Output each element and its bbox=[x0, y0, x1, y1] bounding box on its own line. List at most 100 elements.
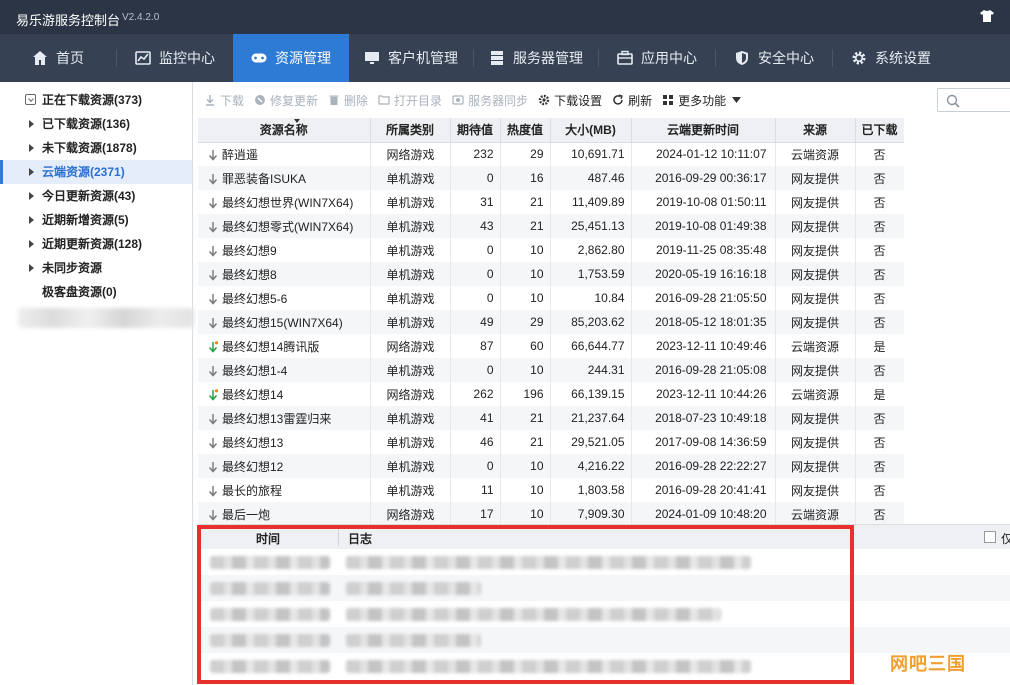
download-settings-button[interactable]: 下载设置 bbox=[538, 92, 602, 109]
briefcase-icon bbox=[617, 50, 633, 65]
tab-security[interactable]: 安全中心 bbox=[716, 34, 832, 82]
expand-arrow-icon[interactable] bbox=[29, 192, 34, 200]
expectation-cell: 49 bbox=[450, 310, 501, 334]
category-cell: 网络游戏 bbox=[370, 334, 451, 358]
sidebar-item-recent-updated[interactable]: 近期更新资源(128) bbox=[0, 232, 192, 256]
table-row[interactable]: 最终幻想13 单机游戏 46 21 29,521.05 2017-09-08 14:36:… bbox=[198, 430, 904, 454]
redacted-log bbox=[346, 582, 481, 595]
tab-resources[interactable]: 资源管理 bbox=[233, 34, 349, 82]
tab-label: 服务器管理 bbox=[513, 50, 583, 66]
expectation-cell: 41 bbox=[450, 406, 501, 430]
title-bar: 易乐游服务控制台 V2.4.2.0 bbox=[0, 0, 1010, 34]
downloaded-cell: 否 bbox=[855, 286, 904, 310]
sidebar-item-today-updated[interactable]: 今日更新资源(43) bbox=[0, 184, 192, 208]
size-cell: 21,237.64 bbox=[550, 406, 632, 430]
resource-name: 最终幻想13雷霆归来 bbox=[222, 411, 332, 426]
expand-arrow-icon[interactable] bbox=[29, 168, 34, 176]
table-row[interactable]: 最长的旅程 单机游戏 11 10 1,803.58 2016-09-28 20:41:41… bbox=[198, 478, 904, 502]
source-cell: 云端资源 bbox=[775, 502, 856, 524]
expand-arrow-icon[interactable] bbox=[29, 240, 34, 248]
tab-apps[interactable]: 应用中心 bbox=[599, 34, 715, 82]
search-input[interactable] bbox=[937, 88, 1010, 112]
update-time-cell: 2017-09-08 14:36:59 bbox=[631, 430, 776, 454]
open-directory-button[interactable]: 打开目录 bbox=[378, 92, 442, 109]
table-row[interactable]: 最终幻想9 单机游戏 0 10 2,862.80 2019-11-25 08:35:48 网… bbox=[198, 238, 904, 262]
log-header-time: 时间 bbox=[256, 532, 281, 546]
heat-cell: 10 bbox=[500, 502, 551, 524]
expectation-cell: 46 bbox=[450, 430, 501, 454]
downloaded-cell: 否 bbox=[855, 166, 904, 190]
resource-name: 最终幻想零式(WIN7X64) bbox=[222, 219, 354, 234]
column-header-heat[interactable]: 热度值 bbox=[500, 118, 551, 143]
sidebar-item-label: 正在下载资源(373) bbox=[42, 93, 143, 107]
only-checkbox[interactable] bbox=[984, 531, 996, 543]
app-version: V2.4.2.0 bbox=[122, 12, 160, 23]
resource-name: 最后一炮 bbox=[222, 507, 271, 522]
column-header-source[interactable]: 来源 bbox=[775, 118, 856, 143]
tab-home[interactable]: 首页 bbox=[0, 34, 116, 82]
delete-button[interactable]: 删除 bbox=[328, 92, 368, 109]
redacted-time bbox=[210, 582, 330, 595]
table-row[interactable]: 罪恶装备ISUKA 单机游戏 0 16 487.46 2016-09-29 00:36:1… bbox=[198, 166, 904, 190]
search-field[interactable] bbox=[966, 92, 1010, 108]
sidebar-item-downloading[interactable]: 正在下载资源(373) bbox=[0, 88, 192, 112]
resource-name: 最终幻想14 bbox=[222, 387, 284, 402]
server-sync-button[interactable]: 服务器同步 bbox=[452, 92, 528, 109]
downloaded-cell: 否 bbox=[855, 406, 904, 430]
table-row[interactable]: 最终幻想13雷霆归来 单机游戏 41 21 21,237.64 2018-07-23 10… bbox=[198, 406, 904, 430]
table-row[interactable]: 最终幻想5-6 单机游戏 0 10 10.84 2016-09-28 21:05:50 网友… bbox=[198, 286, 904, 310]
tab-servers[interactable]: 服务器管理 bbox=[474, 34, 598, 82]
repair-update-button[interactable]: 修复更新 bbox=[254, 92, 318, 109]
refresh-button[interactable]: 刷新 bbox=[612, 92, 652, 109]
table-row[interactable]: 最终幻想世界(WIN7X64) 单机游戏 31 21 11,409.89 2019-10-… bbox=[198, 190, 904, 214]
app-title: 易乐游服务控制台 bbox=[16, 13, 121, 28]
expand-arrow-icon[interactable] bbox=[29, 144, 34, 152]
column-header-downloaded[interactable]: 已下载 bbox=[855, 118, 904, 143]
column-header-size[interactable]: 大小(MB) bbox=[550, 118, 632, 143]
table-row[interactable]: 最终幻想14腾讯版 网络游戏 87 60 66,644.77 2023-12-11 10:… bbox=[198, 334, 904, 358]
column-header-category[interactable]: 所属类别 bbox=[370, 118, 451, 143]
shirt-icon[interactable] bbox=[980, 10, 994, 22]
table-row[interactable]: 最终幻想8 单机游戏 0 10 1,753.59 2020-05-19 16:16:18 网… bbox=[198, 262, 904, 286]
tab-settings[interactable]: 系统设置 bbox=[833, 34, 949, 82]
download-arrow-icon bbox=[208, 197, 218, 209]
table-row[interactable]: 最后一炮 网络游戏 17 10 7,909.30 2024-01-09 10:48:20 云… bbox=[198, 502, 904, 524]
source-cell: 网友提供 bbox=[775, 358, 856, 382]
expectation-cell: 0 bbox=[450, 454, 501, 478]
resource-name-cell: 最终幻想世界(WIN7X64) bbox=[198, 190, 371, 214]
table-row[interactable]: 最终幻想零式(WIN7X64) 单机游戏 43 21 25,451.13 2019-10-… bbox=[198, 214, 904, 238]
expand-arrow-icon[interactable] bbox=[29, 216, 34, 224]
column-header-expectation[interactable]: 期待值 bbox=[450, 118, 501, 143]
table-row[interactable]: 最终幻想1-4 单机游戏 0 10 244.31 2016-09-28 21:05:08 网… bbox=[198, 358, 904, 382]
table-row[interactable]: 最终幻想14 网络游戏 262 196 66,139.15 2023-12-11 10:4… bbox=[198, 382, 904, 406]
sidebar-item-cloud[interactable]: 云端资源(2371) bbox=[0, 160, 192, 184]
expand-arrow-icon[interactable] bbox=[29, 120, 34, 128]
resource-table: 资源名称 所属类别 期待值 热度值 大小(MB) 云端更新时间 来源 已下载 醉… bbox=[198, 118, 904, 524]
column-header-cloud-update-time[interactable]: 云端更新时间 bbox=[631, 118, 776, 143]
table-row[interactable]: 最终幻想12 单机游戏 0 10 4,216.22 2016-09-28 22:22:27… bbox=[198, 454, 904, 478]
update-time-cell: 2016-09-28 20:41:41 bbox=[631, 478, 776, 502]
redacted-log bbox=[346, 608, 721, 621]
category-cell: 单机游戏 bbox=[370, 262, 451, 286]
more-functions-button[interactable]: 更多功能 bbox=[662, 92, 742, 109]
sidebar-item-unsynced[interactable]: 未同步资源 bbox=[0, 256, 192, 280]
tab-monitor[interactable]: 监控中心 bbox=[117, 34, 233, 82]
sidebar-item-geek-disk[interactable]: 极客盘资源(0) bbox=[0, 280, 192, 304]
resource-name: 最终幻想8 bbox=[222, 267, 277, 282]
sidebar-item-downloaded[interactable]: 已下载资源(136) bbox=[0, 112, 192, 136]
expand-arrow-icon[interactable] bbox=[29, 264, 34, 272]
download-box-icon bbox=[25, 94, 36, 105]
log-row bbox=[198, 601, 1010, 627]
sidebar-item-not-downloaded[interactable]: 未下载资源(1878) bbox=[0, 136, 192, 160]
download-arrow-icon bbox=[208, 293, 218, 305]
heat-cell: 10 bbox=[500, 454, 551, 478]
table-row[interactable]: 最终幻想15(WIN7X64) 单机游戏 49 29 85,203.62 2018-05-… bbox=[198, 310, 904, 334]
download-button[interactable]: 下载 bbox=[204, 92, 244, 109]
expectation-cell: 232 bbox=[450, 142, 501, 166]
column-header-name[interactable]: 资源名称 bbox=[198, 118, 371, 143]
table-row[interactable]: 醉逍遥 网络游戏 232 29 10,691.71 2024-01-12 10:11:07… bbox=[198, 142, 904, 166]
update-time-cell: 2018-05-12 18:01:35 bbox=[631, 310, 776, 334]
tab-clients[interactable]: 客户机管理 bbox=[349, 34, 473, 82]
sidebar-item-recent-added[interactable]: 近期新增资源(5) bbox=[0, 208, 192, 232]
redacted-log bbox=[346, 634, 481, 647]
